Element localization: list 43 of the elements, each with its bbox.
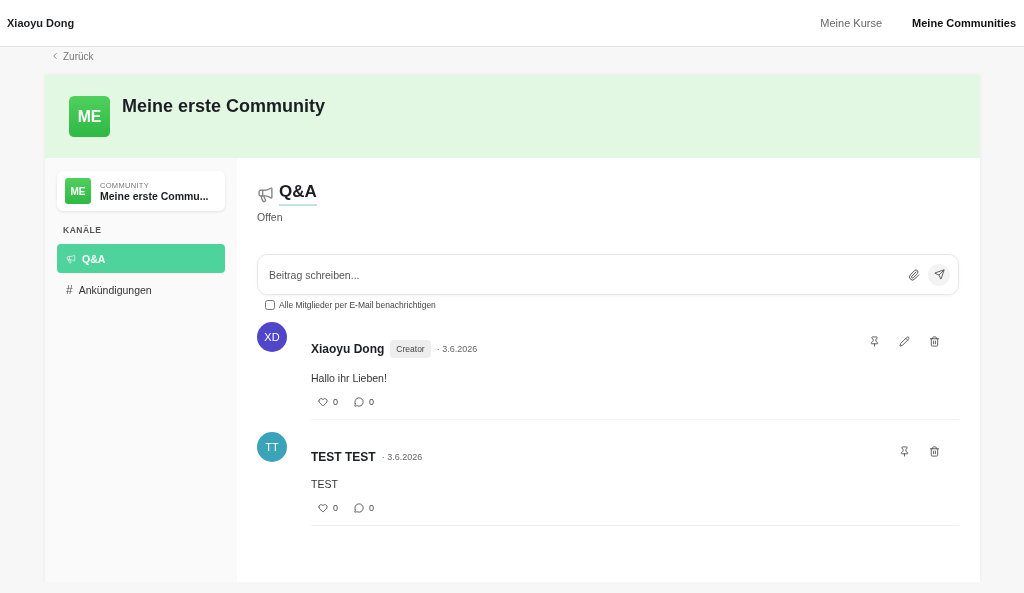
avatar: TT xyxy=(257,432,287,462)
edit-icon[interactable] xyxy=(898,335,910,347)
hash-icon: # xyxy=(66,282,73,297)
like-button[interactable]: 0 xyxy=(318,397,338,407)
pin-icon[interactable] xyxy=(898,445,910,457)
section-heading: KANÄLE xyxy=(63,225,103,235)
pin-icon[interactable] xyxy=(868,335,880,347)
comment-button[interactable]: 0 xyxy=(354,503,375,513)
delete-icon[interactable] xyxy=(928,445,940,457)
back-link[interactable]: Zurück xyxy=(50,47,94,65)
post-date: · 3.6.2026 xyxy=(436,344,478,354)
community-title: Meine erste Community xyxy=(122,96,326,117)
notify-label: Alle Mitglieder per E-Mail benachrichtigen xyxy=(279,300,436,310)
megaphone-icon xyxy=(257,185,274,203)
comment-button[interactable]: 0 xyxy=(354,397,375,407)
channel-label: Q&A xyxy=(82,252,106,265)
post-text: TEST xyxy=(311,478,339,490)
notify-checkbox[interactable] xyxy=(265,300,275,310)
channel-title: Q&A xyxy=(279,182,317,206)
megaphone-icon xyxy=(66,253,76,264)
channel-label: Ankündigungen xyxy=(78,283,152,296)
channel-status: Offen xyxy=(257,211,284,223)
post-input[interactable]: Beitrag schreiben... xyxy=(267,267,903,282)
author-name: Xiaoyu Dong xyxy=(311,342,385,356)
send-icon xyxy=(933,269,945,280)
send-button[interactable] xyxy=(928,263,950,286)
community-logo: ME xyxy=(69,96,110,137)
channel-item[interactable]: # Ankündigungen xyxy=(57,275,225,304)
post-date: · 3.6.2026 xyxy=(381,452,423,462)
avatar: XD xyxy=(257,322,287,352)
author-name: TEST TEST xyxy=(311,450,376,464)
user-name: Xiaoyu Dong xyxy=(7,17,75,29)
delete-icon[interactable] xyxy=(928,335,940,347)
nav-link[interactable]: Meine Kurse xyxy=(820,17,883,29)
role-badge: Creator xyxy=(390,340,431,358)
nav-link[interactable]: Meine Communities xyxy=(912,17,1016,29)
community-name: Meine erste Commu... xyxy=(100,189,209,202)
paperclip-icon[interactable] xyxy=(908,268,920,281)
chevron-left-icon xyxy=(50,51,60,61)
like-button[interactable]: 0 xyxy=(318,503,338,513)
post-text: Hallo ihr Lieben! xyxy=(311,372,388,384)
composer-field[interactable]: Beitrag schreiben... xyxy=(257,254,959,295)
community-logo: ME xyxy=(65,178,91,204)
